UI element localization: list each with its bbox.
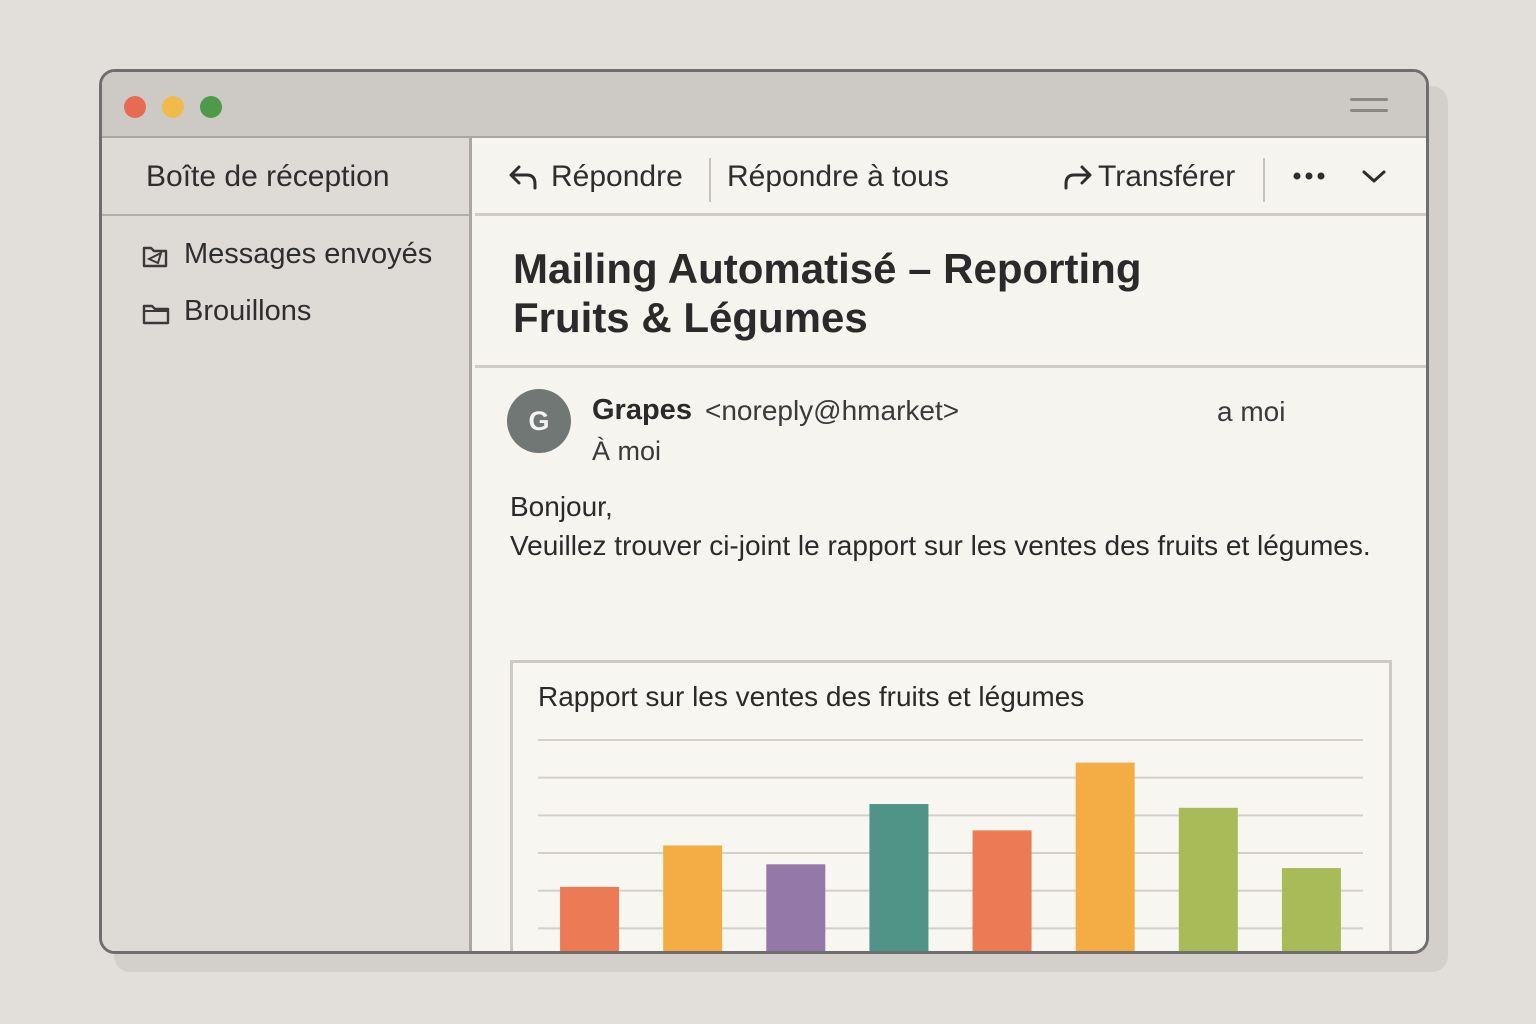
subject-line-2: Fruits & Légumes <box>513 294 868 341</box>
expand-button[interactable] <box>1359 166 1389 186</box>
sidebar-item-label: Messages envoyés <box>184 238 433 270</box>
sidebar-item-sent[interactable]: Messages envoyés <box>140 238 432 271</box>
subject-area: Mailing Automatisé – Reporting Fruits & … <box>475 216 1426 368</box>
chart-bar <box>1281 868 1341 951</box>
chart-bar <box>663 845 723 951</box>
chart-bar <box>869 804 929 951</box>
more-button[interactable] <box>1289 166 1329 186</box>
sender-email: <noreply@hmarket> <box>705 395 960 426</box>
email-subject: Mailing Automatisé – Reporting Fruits & … <box>513 244 1213 342</box>
sidebar-item-label: Brouillons <box>184 295 312 327</box>
chart-card: Rapport sur les ventes des fruits et lég… <box>510 660 1392 951</box>
reply-button[interactable]: Répondre <box>507 160 683 194</box>
close-window-button[interactable] <box>124 96 146 118</box>
sender-name[interactable]: Grapes <box>592 394 692 427</box>
forward-icon <box>1064 165 1092 190</box>
recipient-line: À moi <box>592 436 662 466</box>
recipient-summary: a moi <box>1217 396 1286 427</box>
title-bar <box>102 72 1426 138</box>
toolbar-divider <box>709 158 711 202</box>
mail-window: Boîte de réception Messages envoyés Brou… <box>99 69 1429 954</box>
avatar[interactable]: G <box>507 389 571 453</box>
reply-all-label: Répondre à tous <box>727 160 949 193</box>
chart-bar <box>1178 807 1238 951</box>
email-body: Veuillez trouver ci-joint le rapport sur… <box>510 530 1371 561</box>
sidebar-item-drafts[interactable]: Brouillons <box>140 295 311 328</box>
more-icon <box>1293 172 1325 180</box>
message-pane: Répondre Répondre à tous Transférer Mail… <box>475 138 1426 951</box>
maximize-window-button[interactable] <box>200 96 222 118</box>
folder-icon <box>142 304 170 324</box>
chart-bar <box>972 830 1032 951</box>
subject-line-1: Mailing Automatisé – Reporting <box>513 245 1142 292</box>
sent-folder-icon <box>142 246 168 267</box>
bar-chart <box>538 739 1363 951</box>
reply-icon <box>509 165 537 190</box>
reply-label: Répondre <box>551 160 683 193</box>
toolbar-divider <box>1263 158 1265 202</box>
chart-bar <box>560 886 620 951</box>
chart-bar <box>1075 762 1135 951</box>
minimize-window-button[interactable] <box>162 96 184 118</box>
sidebar-item-inbox[interactable]: Boîte de réception <box>102 138 469 216</box>
email-greeting: Bonjour, <box>510 491 613 522</box>
message-toolbar: Répondre Répondre à tous Transférer <box>475 138 1426 216</box>
sidebar: Boîte de réception Messages envoyés Brou… <box>102 138 472 951</box>
chart-bar <box>766 864 826 951</box>
menu-icon[interactable] <box>1350 96 1388 116</box>
chevron-down-icon <box>1362 170 1386 183</box>
reply-all-button[interactable]: Répondre à tous <box>727 160 949 194</box>
forward-button[interactable]: Transférer <box>1060 160 1235 194</box>
forward-label: Transférer <box>1098 160 1236 193</box>
